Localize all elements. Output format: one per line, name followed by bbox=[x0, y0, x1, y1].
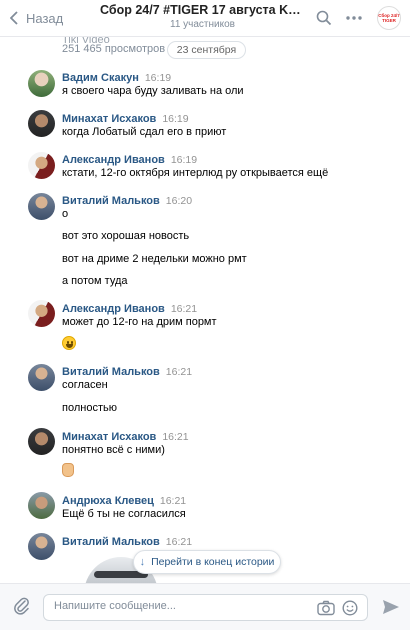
jump-to-latest-button[interactable]: ↓ Перейти в конец истории bbox=[133, 550, 281, 574]
raised-hand-emoji bbox=[62, 463, 74, 477]
message-time: 16:19 bbox=[144, 72, 172, 84]
paperclip-icon[interactable] bbox=[14, 596, 30, 616]
back-button[interactable]: Назад bbox=[10, 9, 63, 27]
message-author[interactable]: Александр Иванов 16:21 bbox=[62, 303, 197, 315]
send-icon[interactable] bbox=[382, 599, 400, 615]
message-author[interactable]: Виталий Мальков 16:21 bbox=[62, 536, 192, 548]
message-time: 16:19 bbox=[162, 113, 189, 125]
message-text: а потом туда bbox=[62, 275, 128, 287]
message-time: 16:20 bbox=[165, 195, 193, 207]
message-text: когда Лобатый сдал его в приют bbox=[62, 126, 227, 138]
avatar[interactable] bbox=[28, 492, 55, 519]
avatar[interactable] bbox=[28, 193, 55, 220]
message-author[interactable]: Минахат Исхаков 16:21 bbox=[62, 431, 189, 443]
smile-emoji bbox=[62, 336, 76, 350]
message-time: 16:21 bbox=[159, 495, 187, 507]
message-text: понятно всё с ними) bbox=[62, 444, 165, 456]
author-name[interactable]: Минахат Исхаков bbox=[62, 431, 156, 443]
message-text: вот это хорошая новость bbox=[62, 230, 190, 242]
more-icon[interactable] bbox=[346, 16, 362, 20]
message-text: вот на дриме 2 недельки можно рмт bbox=[62, 253, 247, 265]
emoji-icon[interactable] bbox=[342, 600, 358, 616]
avatar[interactable] bbox=[28, 533, 55, 560]
message-time: 16:21 bbox=[170, 303, 198, 315]
chat-avatar-logo: Сбор 24/7 TIGER bbox=[378, 13, 400, 23]
author-name[interactable]: Александр Иванов bbox=[62, 303, 165, 315]
message-time: 16:21 bbox=[165, 536, 193, 548]
message-text: о bbox=[62, 208, 69, 220]
message-author[interactable]: Александр Иванов 16:19 bbox=[62, 154, 197, 166]
message-composer bbox=[0, 583, 410, 630]
message-time: 16:21 bbox=[165, 366, 193, 378]
date-separator: 23 сентября bbox=[167, 41, 246, 59]
message-input-box[interactable] bbox=[43, 594, 368, 621]
chat-title-block[interactable]: Сбор 24/7 #TIGER 17 августа Ketrawars...… bbox=[100, 3, 305, 30]
author-name[interactable]: Виталий Мальков bbox=[62, 536, 160, 548]
jump-to-latest-label: Перейти в конец истории bbox=[151, 556, 275, 568]
avatar[interactable] bbox=[28, 300, 55, 327]
message-text: полностью bbox=[62, 402, 117, 414]
author-name[interactable]: Андрюха Клевец bbox=[62, 495, 154, 507]
message-text: кстати, 12-го октября интерлюд ру открыв… bbox=[62, 167, 329, 179]
back-label: Назад bbox=[26, 10, 64, 26]
chat-header: Назад Сбор 24/7 #TIGER 17 августа Ketraw… bbox=[0, 0, 410, 37]
author-name[interactable]: Виталий Мальков bbox=[62, 195, 160, 207]
view-count: 251 465 просмотров bbox=[62, 43, 166, 55]
message-time: 16:19 bbox=[170, 154, 198, 166]
avatar[interactable] bbox=[28, 70, 55, 97]
chevron-left-icon bbox=[10, 11, 18, 25]
message-text: согласен bbox=[62, 379, 108, 391]
chat-title: Сбор 24/7 #TIGER 17 августа Ketrawars... bbox=[100, 3, 305, 17]
avatar[interactable] bbox=[28, 110, 55, 137]
avatar[interactable] bbox=[28, 152, 55, 179]
camera-icon[interactable] bbox=[317, 600, 335, 616]
member-count: 11 участников bbox=[170, 19, 235, 30]
arrow-down-icon: ↓ bbox=[139, 556, 146, 568]
author-name[interactable]: Виталий Мальков bbox=[62, 366, 160, 378]
message-author[interactable]: Андрюха Клевец 16:21 bbox=[62, 495, 186, 507]
message-time: 16:21 bbox=[162, 431, 189, 443]
message-text: Ещё б ты не согласился bbox=[62, 508, 186, 520]
message-author[interactable]: Минахат Исхаков 16:19 bbox=[62, 113, 189, 125]
search-icon[interactable] bbox=[316, 10, 332, 26]
author-name[interactable]: Александр Иванов bbox=[62, 154, 165, 166]
message-author[interactable]: Вадим Скакун 16:19 bbox=[62, 72, 171, 84]
author-name[interactable]: Вадим Скакун bbox=[62, 72, 139, 84]
chat-avatar[interactable]: Сбор 24/7 TIGER bbox=[377, 6, 401, 30]
message-author[interactable]: Виталий Мальков 16:20 bbox=[62, 195, 192, 207]
avatar[interactable] bbox=[28, 428, 55, 455]
message-text: я своего чара буду заливать на оли bbox=[62, 85, 244, 97]
author-name[interactable]: Минахат Исхаков bbox=[62, 113, 156, 125]
avatar[interactable] bbox=[28, 364, 55, 391]
message-input[interactable] bbox=[54, 600, 304, 612]
message-text: может до 12-го на дрим пормт bbox=[62, 316, 217, 328]
message-author[interactable]: Виталий Мальков 16:21 bbox=[62, 366, 192, 378]
